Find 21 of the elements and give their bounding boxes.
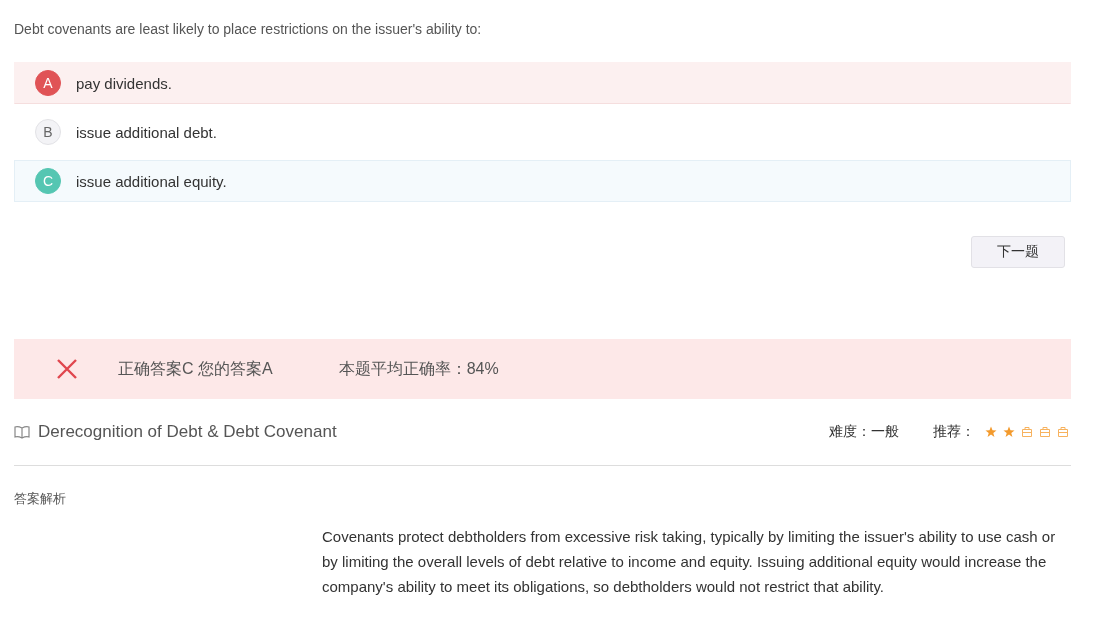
option-text: issue additional debt. (76, 123, 217, 141)
star-icon (985, 426, 997, 438)
analysis-text: Covenants protect debtholders from excessive risk taking, typically by limiting the issuer's ability to use cash or by limiting the overall levels of debt relative to income and equity. Issuing additional equity would increase the company's ability to meet its obligations, so debtholders would not restrict that ability. (322, 527, 1057, 597)
option-letter: C (35, 168, 61, 194)
book-icon (14, 425, 30, 439)
question-text: Debt covenants are least likely to place restrictions on the issuer's ability to: (14, 20, 483, 39)
option-text: issue additional equity. (76, 172, 227, 190)
recommend-label: 推荐： (933, 423, 975, 441)
option-letter: B (35, 119, 61, 145)
answer-option[interactable]: B issue additional debt. (14, 111, 1071, 153)
analysis-title: 答案解析 (14, 490, 67, 508)
star-icon (1003, 426, 1015, 438)
topic-title: Derecognition of Debt & Debt Covenant (38, 422, 337, 442)
answer-option[interactable]: A pay dividends. (14, 62, 1071, 104)
average-accuracy: 本题平均正确率：84% (338, 358, 499, 379)
option-text: pay dividends. (76, 74, 172, 92)
difficulty-label: 难度：一般 (829, 423, 899, 441)
answer-summary: 正确答案C 您的答案A (118, 358, 273, 379)
option-letter: A (35, 70, 61, 96)
answer-option[interactable]: C issue additional equity. (14, 160, 1071, 202)
next-question-button[interactable]: 下一题 (971, 236, 1065, 268)
